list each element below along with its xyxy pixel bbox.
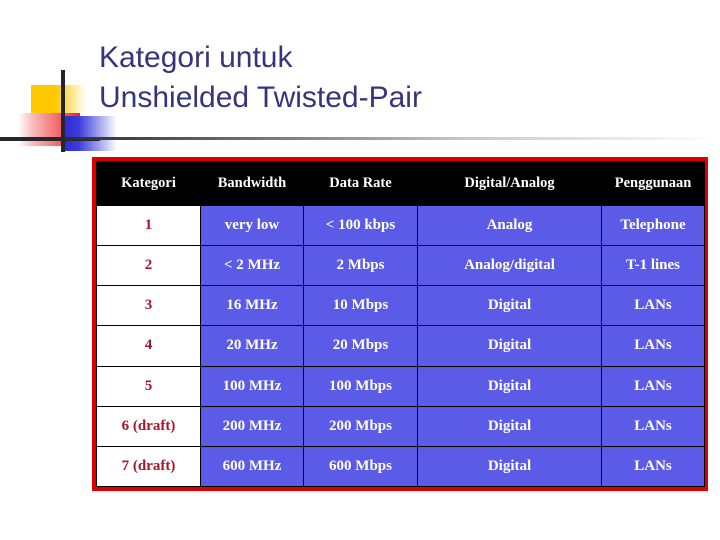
- cell-bandwidth: < 2 MHz: [200, 245, 304, 287]
- table-row: 6 (draft) 200 MHz 200 Mbps Digital LANs: [96, 405, 705, 447]
- cell-bandwidth: 16 MHz: [200, 285, 304, 327]
- category-table: Kategori Bandwidth Data Rate Digital/Ana…: [96, 161, 705, 488]
- cell-digital-analog: Analog/digital: [417, 245, 602, 287]
- table-row: 1 very low < 100 kbps Analog Telephone: [96, 204, 705, 247]
- table-row: 2 < 2 MHz 2 Mbps Analog/digital T-1 line…: [96, 245, 705, 287]
- cell-penggunaan: LANs: [601, 445, 705, 488]
- cell-digital-analog: Digital: [417, 285, 602, 327]
- cell-data-rate: 2 Mbps: [303, 245, 418, 287]
- table-header-row: Kategori Bandwidth Data Rate Digital/Ana…: [96, 161, 705, 206]
- cell-digital-analog: Digital: [417, 365, 602, 407]
- cell-data-rate: 600 Mbps: [303, 445, 418, 488]
- cell-bandwidth: 600 MHz: [200, 445, 304, 488]
- category-table-frame: Kategori Bandwidth Data Rate Digital/Ana…: [92, 157, 708, 491]
- cell-data-rate: < 100 kbps: [303, 204, 418, 247]
- cell-penggunaan: LANs: [601, 325, 705, 367]
- cell-bandwidth: 200 MHz: [200, 405, 304, 447]
- page-title: Kategori untuk Unshielded Twisted-Pair: [99, 41, 422, 114]
- cell-data-rate: 200 Mbps: [303, 405, 418, 447]
- cell-kategori: 6 (draft): [96, 405, 201, 447]
- cell-penggunaan: T-1 lines: [601, 245, 705, 287]
- cell-penggunaan: Telephone: [601, 204, 705, 247]
- column-header-bandwidth: Bandwidth: [200, 161, 304, 206]
- yellow-square-decoration: [31, 85, 86, 118]
- cell-data-rate: 20 Mbps: [303, 325, 418, 367]
- table-row: 7 (draft) 600 MHz 600 Mbps Digital LANs: [96, 445, 705, 488]
- cell-bandwidth: 100 MHz: [200, 365, 304, 407]
- cell-kategori: 1: [96, 204, 201, 247]
- cell-digital-analog: Digital: [417, 445, 602, 488]
- column-header-kategori: Kategori: [96, 161, 201, 206]
- table-body: 1 very low < 100 kbps Analog Telephone 2…: [96, 204, 705, 488]
- red-square-decoration: [18, 113, 80, 146]
- column-header-data-rate: Data Rate: [303, 161, 418, 206]
- cell-kategori: 4: [96, 325, 201, 367]
- cell-kategori: 7 (draft): [96, 445, 201, 488]
- table-row: 4 20 MHz 20 Mbps Digital LANs: [96, 325, 705, 367]
- cell-bandwidth: very low: [200, 204, 304, 247]
- column-header-penggunaan: Penggunaan: [601, 161, 705, 206]
- cell-penggunaan: LANs: [601, 285, 705, 327]
- cell-kategori: 5: [96, 365, 201, 407]
- cell-kategori: 3: [96, 285, 201, 327]
- table-row: 3 16 MHz 10 Mbps Digital LANs: [96, 285, 705, 327]
- cell-kategori: 2: [96, 245, 201, 287]
- title-divider: [64, 137, 720, 140]
- cell-bandwidth: 20 MHz: [200, 325, 304, 367]
- cell-digital-analog: Digital: [417, 405, 602, 447]
- column-header-digital-analog: Digital/Analog: [417, 161, 602, 206]
- cell-data-rate: 10 Mbps: [303, 285, 418, 327]
- cell-penggunaan: LANs: [601, 405, 705, 447]
- cell-data-rate: 100 Mbps: [303, 365, 418, 407]
- cell-digital-analog: Analog: [417, 204, 602, 247]
- table-row: 5 100 MHz 100 Mbps Digital LANs: [96, 365, 705, 407]
- cell-digital-analog: Digital: [417, 325, 602, 367]
- blue-square-decoration: [62, 116, 117, 151]
- cell-penggunaan: LANs: [601, 365, 705, 407]
